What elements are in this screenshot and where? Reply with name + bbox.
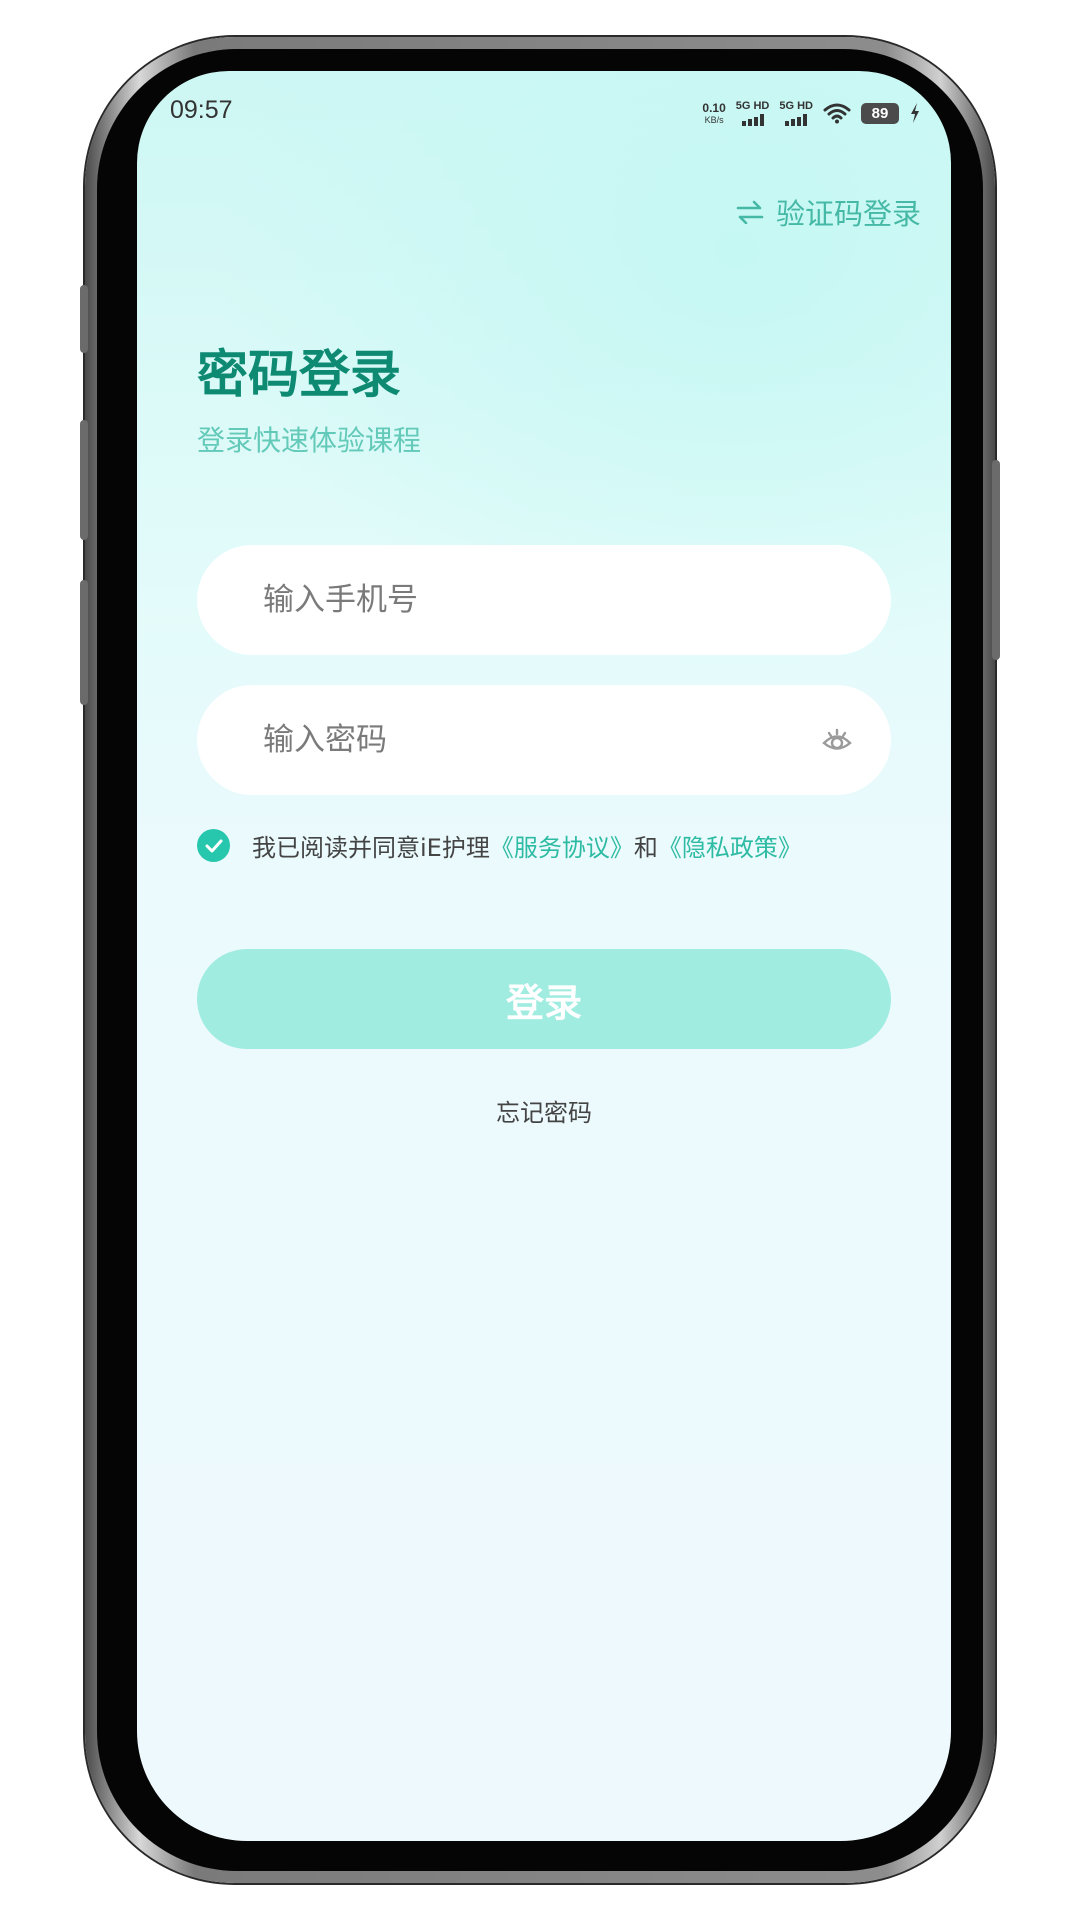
password-input[interactable] <box>261 721 785 759</box>
battery-indicator: 89 <box>861 102 899 124</box>
sim2-label: 5G HD <box>779 99 813 112</box>
network-speed: 0.10 KB/s <box>702 102 725 125</box>
page-title: 密码登录 <box>197 346 402 405</box>
network-speed-value: 0.10 <box>702 100 726 115</box>
forgot-password-label[interactable]: 忘记密码 <box>496 1099 592 1127</box>
volume-up-button <box>80 285 88 353</box>
sim1-label: 5G HD <box>735 99 770 112</box>
page-subtitle: 登录快速体验课程 <box>197 424 422 457</box>
agreement-and: 和 <box>633 834 658 862</box>
signal-bars-icon <box>741 113 764 126</box>
volume-down-button <box>80 420 88 540</box>
privacy-policy-link[interactable]: 《隐私政策》 <box>658 828 802 863</box>
swap-arrows-icon <box>736 200 764 224</box>
power-button <box>992 460 1000 660</box>
switch-login-label: 验证码登录 <box>775 197 921 231</box>
sim1-signal: 5G HD <box>735 99 770 126</box>
agreement-checkbox[interactable] <box>197 829 230 862</box>
login-screen: 09:57 0.10 KB/s 5G HD 5G HD 89 验证码登录 密码登… <box>137 71 951 1841</box>
status-bar: 09:57 0.10 KB/s 5G HD 5G HD 89 <box>137 71 951 151</box>
phone-input-box[interactable] <box>197 545 891 655</box>
side-button <box>80 580 88 705</box>
service-agreement-link[interactable]: 《服务协议》 <box>490 828 634 863</box>
checkmark-icon <box>205 839 222 852</box>
status-time: 09:57 <box>170 96 233 124</box>
switch-to-code-login[interactable]: 验证码登录 <box>736 191 921 233</box>
phone-input[interactable] <box>261 581 785 619</box>
signal-bars-icon <box>785 113 808 126</box>
agreement-text: 我已阅读并同意iE护理 <box>252 834 490 862</box>
eye-icon[interactable] <box>821 724 853 756</box>
charging-bolt-icon <box>911 103 919 123</box>
agreement-row: 我已阅读并同意iE护理 《服务协议》 和 《隐私政策》 <box>197 828 802 863</box>
sim2-signal: 5G HD <box>779 99 813 126</box>
password-input-box[interactable] <box>197 685 891 795</box>
login-button[interactable]: 登录 <box>197 949 891 1049</box>
wifi-icon <box>823 103 851 124</box>
network-speed-unit: KB/s <box>704 114 724 125</box>
forgot-password-link[interactable]: 忘记密码 <box>137 1093 951 1128</box>
status-icons: 0.10 KB/s 5G HD 5G HD 89 <box>702 95 921 131</box>
